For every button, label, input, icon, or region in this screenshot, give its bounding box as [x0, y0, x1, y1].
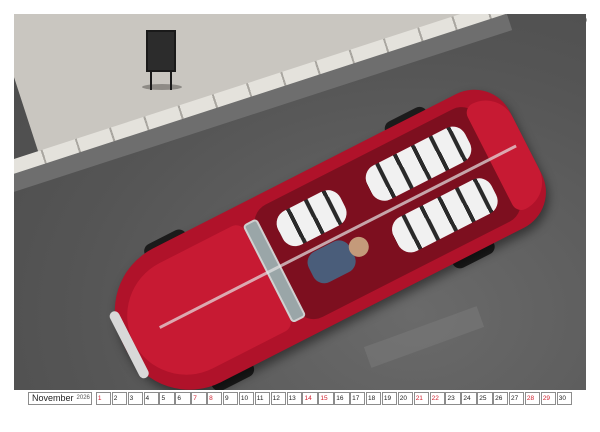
- day-cells: 1 2 3 4 5 6 7 8 9 10 11 12 13 14 15 16 17 18 19 20 21 22 23 24 2…: [95, 391, 572, 405]
- day-cell: 19: [381, 391, 398, 405]
- day-cell: 10: [238, 391, 255, 405]
- day-cell: 11: [254, 391, 271, 405]
- day-cell: 21: [413, 391, 429, 405]
- trash-bin: [146, 30, 176, 72]
- day-cell: 1: [95, 391, 112, 405]
- trash-bin-leg: [150, 70, 152, 90]
- month-year: 2026: [76, 395, 90, 401]
- day-cell: 17: [350, 391, 366, 405]
- day-cell: 6: [175, 391, 191, 405]
- day-cell: 29: [540, 391, 557, 405]
- calendar-strip: November 2026 1 2 3 4 5 6 7 8 9 10 11 12 13 14 15 16 17 1…: [28, 391, 572, 405]
- day-cell: 25: [477, 391, 493, 405]
- day-cell: 5: [159, 391, 175, 405]
- day-cell: 22: [429, 391, 445, 405]
- day-cell: 24: [461, 391, 477, 405]
- day-cell: 26: [493, 391, 509, 405]
- day-cell: 3: [127, 391, 143, 405]
- day-cell: 12: [270, 391, 286, 405]
- day-cell: 15: [318, 391, 334, 405]
- day-cell: 27: [509, 391, 525, 405]
- day-cell: 28: [524, 391, 541, 405]
- month-name: November: [32, 393, 74, 403]
- day-cell: 23: [445, 391, 461, 405]
- day-cell: 16: [334, 391, 350, 405]
- day-cell: 13: [286, 391, 302, 405]
- day-cell: 8: [207, 391, 223, 405]
- trash-bin-leg: [170, 70, 172, 90]
- calendar-photo: [14, 14, 586, 390]
- day-cell: 4: [143, 391, 159, 405]
- month-label-box: November 2026: [28, 391, 93, 405]
- day-cell: 2: [111, 391, 128, 405]
- day-cell: 18: [366, 391, 382, 405]
- day-cell: 14: [302, 391, 318, 405]
- day-cell: 7: [191, 391, 207, 405]
- day-cell: 30: [556, 391, 572, 405]
- day-cell: 9: [223, 391, 239, 405]
- trash-bin-shadow: [142, 84, 182, 90]
- day-cell: 20: [397, 391, 414, 405]
